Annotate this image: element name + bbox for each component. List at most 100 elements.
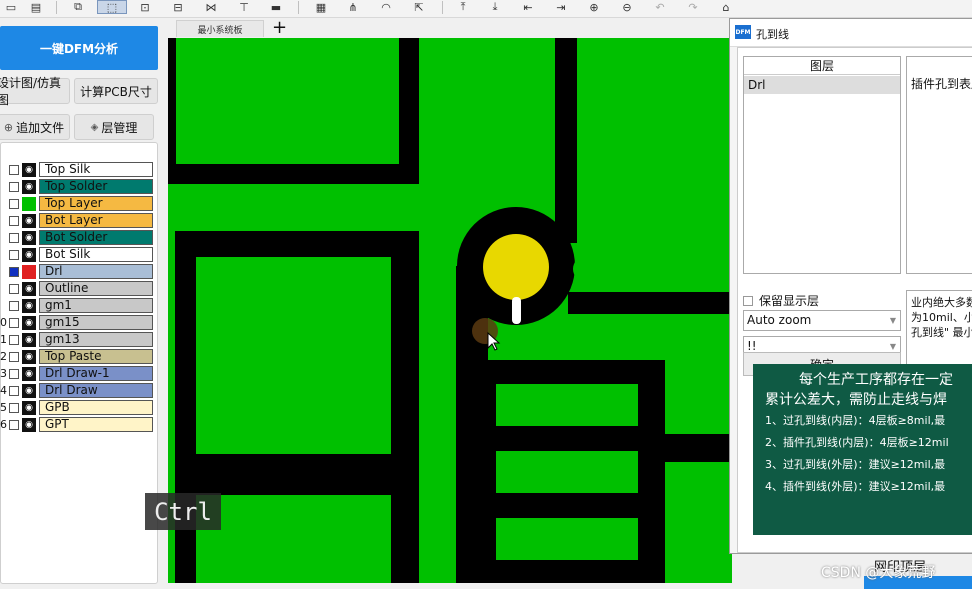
toolbar-icon-9[interactable]: ▬ <box>268 0 284 14</box>
design-view-button[interactable]: 设计图/仿真图 <box>0 76 70 107</box>
layer-row[interactable]: 5 ◉ GPB <box>0 400 155 416</box>
zoom-mode-value: Auto zoom <box>747 313 812 327</box>
toolbar-icon-11[interactable]: ⋔ <box>345 0 361 14</box>
toolbar-icon-12[interactable]: ◠ <box>378 0 394 14</box>
toolbar-icon-1[interactable]: ▭ <box>3 0 19 14</box>
layer-row[interactable]: 6 ◉ GPT <box>0 417 155 433</box>
toolbar-icon-7[interactable]: ⋈ <box>203 0 219 14</box>
redo-icon[interactable]: ↷ <box>685 0 701 14</box>
layer-checkbox[interactable] <box>9 182 19 192</box>
layer-checkbox[interactable] <box>9 199 19 209</box>
zoom-mode-select[interactable]: Auto zoom ▼ <box>743 310 901 331</box>
layer-name: Drl Draw <box>39 383 153 398</box>
layer-checkbox[interactable] <box>9 369 19 379</box>
layer-name: gm13 <box>39 332 153 347</box>
eye-icon[interactable] <box>22 197 36 211</box>
layer-list-item-drl[interactable]: Drl <box>744 76 900 94</box>
layer-manage-label: 层管理 <box>101 120 138 135</box>
layer-checkbox[interactable] <box>9 301 19 311</box>
layer-name: GPT <box>39 417 153 432</box>
calc-pcb-size-button[interactable]: 计算PCB尺寸 <box>74 78 158 104</box>
toolbar-icon-13[interactable]: ⇱ <box>411 0 427 14</box>
hole-marker <box>512 297 521 324</box>
align-right-icon[interactable]: ⇥ <box>553 0 569 14</box>
layer-row[interactable]: 4 ◉ Drl Draw <box>0 383 155 399</box>
toolbar-icon-8[interactable]: ⊤ <box>236 0 252 14</box>
layer-checkbox[interactable] <box>9 386 19 396</box>
layer-checkbox[interactable] <box>9 267 19 277</box>
drill-pad <box>483 234 549 300</box>
eye-icon[interactable]: ◉ <box>22 384 36 398</box>
toolbar-icon-3[interactable]: ⧉ <box>70 0 86 14</box>
layer-name: Top Layer <box>39 196 153 211</box>
rule-list-item[interactable]: 插件孔到表层 <box>907 75 972 93</box>
eye-icon[interactable]: ◉ <box>22 163 36 177</box>
eye-icon[interactable]: ◉ <box>22 316 36 330</box>
select-icon[interactable]: ⬚ <box>97 0 127 14</box>
eye-icon[interactable]: ◉ <box>22 248 36 262</box>
add-tab-icon[interactable]: + <box>272 17 287 38</box>
home-icon[interactable]: ⌂ <box>718 0 734 14</box>
eye-icon[interactable]: ◉ <box>22 350 36 364</box>
layer-checkbox[interactable] <box>9 352 19 362</box>
layer-row[interactable]: ◉ Outline <box>1 281 155 297</box>
layer-manage-button[interactable]: ◈ 层管理 <box>74 114 154 140</box>
layer-row[interactable]: 1 ◉ gm13 <box>0 332 155 348</box>
layer-row[interactable]: ◉ Bot Layer <box>1 213 155 229</box>
layer-row[interactable]: ◉ Top Solder <box>1 179 155 195</box>
layer-checkbox[interactable] <box>9 216 19 226</box>
trace <box>665 434 732 462</box>
layer-row[interactable]: ◉ Bot Silk <box>1 247 155 263</box>
layer-checkbox[interactable] <box>9 233 19 243</box>
dfm-analysis-button[interactable]: 一键DFM分析 <box>0 26 158 70</box>
eye-icon[interactable]: ◉ <box>22 214 36 228</box>
layer-name: Bot Layer <box>39 213 153 228</box>
layer-row[interactable]: 3 ◉ Drl Draw-1 <box>0 366 155 382</box>
add-file-button[interactable]: ⊕ 追加文件 <box>0 114 70 140</box>
layer-row[interactable]: 2 ◉ Top Paste <box>0 349 155 365</box>
zoom-in-icon[interactable]: ⊕ <box>586 0 602 14</box>
document-tab-bar: 最小系统板 + <box>166 17 732 38</box>
align-bottom-icon[interactable]: ⤓ <box>487 0 503 14</box>
align-left-icon[interactable]: ⇤ <box>520 0 536 14</box>
toolbar-icon-10[interactable]: ▦ <box>313 0 329 14</box>
eye-icon[interactable]: ◉ <box>22 299 36 313</box>
layer-row[interactable]: 0 ◉ gm15 <box>0 315 155 331</box>
layer-checkbox[interactable] <box>9 250 19 260</box>
zoom-box-icon[interactable]: ⊡ <box>137 0 153 14</box>
layer-checkbox[interactable] <box>9 318 19 328</box>
eye-icon[interactable]: ◉ <box>22 231 36 245</box>
trace <box>568 292 732 314</box>
eye-icon[interactable] <box>22 265 36 279</box>
layer-checkbox[interactable] <box>9 403 19 413</box>
toolbar-separator <box>56 1 57 14</box>
trace <box>555 38 577 243</box>
layer-row[interactable]: ◉ gm1 <box>1 298 155 314</box>
undo-icon[interactable]: ↶ <box>652 0 668 14</box>
align-top-icon[interactable]: ⤒ <box>455 0 471 14</box>
save-icon[interactable]: ▤ <box>28 0 44 14</box>
layer-row[interactable]: ◉ Top Silk <box>1 162 155 178</box>
layer-checkbox[interactable] <box>9 335 19 345</box>
layer-checkbox[interactable] <box>9 420 19 430</box>
layer-name: gm1 <box>39 298 153 313</box>
eye-icon[interactable]: ◉ <box>22 367 36 381</box>
main-toolbar: ▭ ▤ ⧉ ⬚ ⊡ ⊟ ⋈ ⊤ ▬ ▦ ⋔ ◠ ⇱ ⤒ ⤓ ⇤ ⇥ ⊕ ⊖ ↶ … <box>0 0 972 18</box>
layer-row[interactable]: Drl <box>1 264 155 280</box>
tab-min-system-board[interactable]: 最小系统板 <box>176 20 264 37</box>
zoom-out-icon[interactable]: ⊖ <box>619 0 635 14</box>
toolbar-icon-6[interactable]: ⊟ <box>170 0 186 14</box>
eye-icon[interactable]: ◉ <box>22 333 36 347</box>
pcb-canvas[interactable] <box>168 38 732 583</box>
eye-icon[interactable]: ◉ <box>22 401 36 415</box>
eye-icon[interactable]: ◉ <box>22 282 36 296</box>
eye-icon[interactable]: ◉ <box>22 180 36 194</box>
eye-icon[interactable]: ◉ <box>22 418 36 432</box>
layer-checkbox[interactable] <box>9 284 19 294</box>
layer-name: GPB <box>39 400 153 415</box>
layer-row[interactable]: ◉ Bot Solder <box>1 230 155 246</box>
keep-layer-checkbox[interactable]: 保留显示层 <box>743 292 819 309</box>
layer-row[interactable]: Top Layer <box>1 196 155 212</box>
layer-checkbox[interactable] <box>9 165 19 175</box>
layer-index: 6 <box>0 418 7 431</box>
